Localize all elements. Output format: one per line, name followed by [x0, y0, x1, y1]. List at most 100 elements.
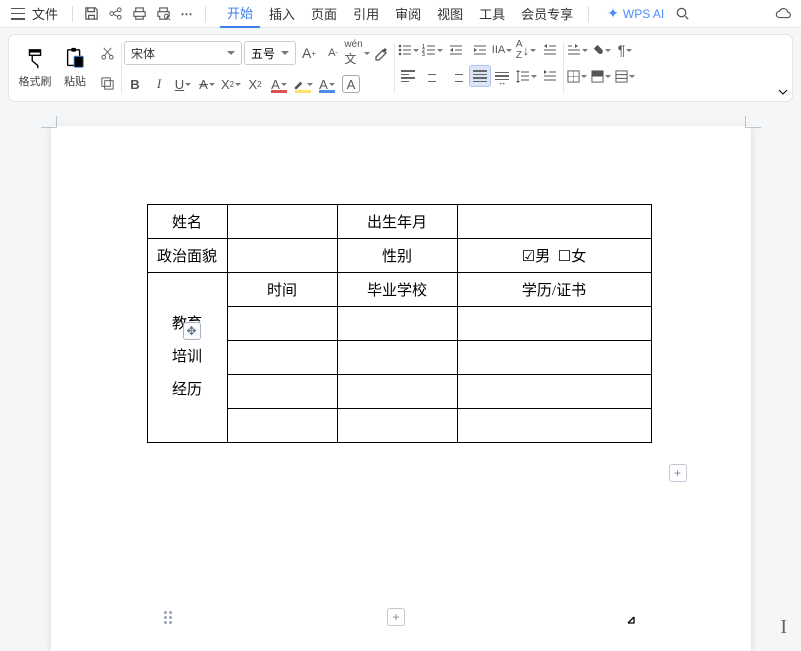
- borders-group: ¶: [566, 39, 636, 97]
- cloud-sync-icon[interactable]: [773, 4, 793, 24]
- tab-member[interactable]: 会员专享: [514, 0, 580, 27]
- cell-label-birth[interactable]: 出生年月: [337, 205, 457, 239]
- wps-ai-button[interactable]: ✦ WPS AI: [607, 5, 664, 22]
- italic-button[interactable]: I: [148, 73, 170, 95]
- table-add-row-handle[interactable]: +: [387, 608, 405, 626]
- align-justify-button[interactable]: [469, 65, 491, 87]
- cell-label-name[interactable]: 姓名: [147, 205, 227, 239]
- edu-label-line3: 经历: [172, 382, 202, 398]
- phonetic-guide-button[interactable]: wén文: [346, 42, 368, 64]
- strikethrough-button[interactable]: A: [196, 73, 218, 95]
- outdent-firstline-button[interactable]: [539, 39, 561, 61]
- cell-value[interactable]: [227, 341, 337, 375]
- font-name-value: 宋体: [131, 45, 155, 62]
- table-row[interactable]: 姓名 出生年月: [147, 205, 651, 239]
- document-canvas[interactable]: ✥ 姓名 出生年月 政治面貌 性别 ☑男 ☐女 教育培训经历 时间 毕业学校 学…: [0, 112, 801, 651]
- para-shading-button[interactable]: [590, 39, 612, 61]
- share-icon[interactable]: [105, 4, 125, 24]
- font-color-button[interactable]: A: [268, 73, 290, 95]
- cell-subheader-time[interactable]: 时间: [227, 273, 337, 307]
- resume-form-table[interactable]: 姓名 出生年月 政治面貌 性别 ☑男 ☐女 教育培训经历 时间 毕业学校 学历/…: [147, 204, 652, 443]
- tab-insert[interactable]: 插入: [262, 0, 302, 27]
- tab-tools[interactable]: 工具: [472, 0, 512, 27]
- number-list-button[interactable]: 123: [421, 39, 443, 61]
- file-menu[interactable]: 文件: [32, 4, 58, 23]
- bold-button[interactable]: B: [124, 73, 146, 95]
- tab-review[interactable]: 审阅: [388, 0, 428, 27]
- show-marks-button[interactable]: ¶: [614, 39, 636, 61]
- tab-view[interactable]: 视图: [430, 0, 470, 27]
- decrease-indent-button[interactable]: [445, 39, 467, 61]
- chevron-down-icon: [413, 49, 419, 52]
- shrink-font-button[interactable]: A-: [322, 42, 344, 64]
- copy-button[interactable]: [95, 71, 119, 95]
- hamburger-icon[interactable]: [8, 4, 28, 24]
- font-name-select[interactable]: 宋体: [124, 41, 242, 65]
- print-preview-icon[interactable]: [153, 4, 173, 24]
- cut-button[interactable]: [95, 41, 119, 65]
- table-drag-handle[interactable]: [164, 611, 172, 624]
- table-resize-handle[interactable]: [621, 610, 635, 624]
- bullet-list-button[interactable]: [397, 39, 419, 61]
- cell-gender-checkboxes[interactable]: ☑男 ☐女: [457, 239, 651, 273]
- align-center-button[interactable]: [421, 65, 443, 87]
- save-icon[interactable]: [81, 4, 101, 24]
- chevron-down-icon: [235, 83, 241, 86]
- cell-value[interactable]: [337, 307, 457, 341]
- underline-button[interactable]: U: [172, 73, 194, 95]
- format-painter-icon: [24, 47, 46, 71]
- indent-firstline-button[interactable]: [539, 65, 561, 87]
- cell-label-education[interactable]: 教育培训经历: [147, 273, 227, 443]
- table-move-handle[interactable]: ✥: [183, 322, 201, 340]
- superscript-button[interactable]: X2: [220, 73, 242, 95]
- line-spacing-button[interactable]: [515, 65, 537, 87]
- table-row[interactable]: 政治面貌 性别 ☑男 ☐女: [147, 239, 651, 273]
- cell-value[interactable]: [227, 205, 337, 239]
- cell-subheader-school[interactable]: 毕业学校: [337, 273, 457, 307]
- align-left-button[interactable]: [397, 65, 419, 87]
- cell-value[interactable]: [457, 341, 651, 375]
- table-style-button[interactable]: [614, 65, 636, 87]
- cell-value[interactable]: [457, 409, 651, 443]
- cell-value[interactable]: [337, 409, 457, 443]
- tab-stops-button[interactable]: [566, 39, 588, 61]
- tab-page[interactable]: 页面: [304, 0, 344, 27]
- cell-value[interactable]: [457, 307, 651, 341]
- sort-button[interactable]: AZ↓: [515, 39, 537, 61]
- clear-format-button[interactable]: [370, 42, 392, 64]
- more-quick-menu[interactable]: ⋯: [177, 4, 197, 24]
- cell-value[interactable]: [227, 307, 337, 341]
- print-icon[interactable]: [129, 4, 149, 24]
- increase-indent-button[interactable]: [469, 39, 491, 61]
- text-direction-button[interactable]: IIA: [491, 39, 513, 61]
- page[interactable]: ✥ 姓名 出生年月 政治面貌 性别 ☑男 ☐女 教育培训经历 时间 毕业学校 学…: [51, 126, 751, 651]
- table-add-column-handle[interactable]: +: [669, 464, 687, 482]
- borders-button[interactable]: [566, 65, 588, 87]
- cell-value[interactable]: [227, 239, 337, 273]
- cell-label-gender[interactable]: 性别: [337, 239, 457, 273]
- subscript-button[interactable]: X2: [244, 73, 266, 95]
- cell-value[interactable]: [457, 375, 651, 409]
- font-size-select[interactable]: 五号: [244, 41, 296, 65]
- character-border-button[interactable]: A: [342, 75, 360, 93]
- shading-button[interactable]: A: [316, 73, 338, 95]
- cell-fill-button[interactable]: [590, 65, 612, 87]
- align-right-button[interactable]: [445, 65, 467, 87]
- search-icon[interactable]: [672, 4, 692, 24]
- cell-subheader-degree[interactable]: 学历/证书: [457, 273, 651, 307]
- format-painter-button[interactable]: 格式刷: [15, 39, 55, 97]
- cell-label-political[interactable]: 政治面貌: [147, 239, 227, 273]
- cell-value[interactable]: [227, 409, 337, 443]
- tab-start[interactable]: 开始: [220, 0, 260, 28]
- tab-reference[interactable]: 引用: [346, 0, 386, 27]
- cell-value[interactable]: [227, 375, 337, 409]
- ribbon-collapse-icon[interactable]: [778, 87, 788, 97]
- highlight-button[interactable]: [292, 73, 314, 95]
- grow-font-button[interactable]: A+: [298, 42, 320, 64]
- table-row[interactable]: 教育培训经历 时间 毕业学校 学历/证书: [147, 273, 651, 307]
- paste-button[interactable]: 粘贴: [55, 39, 95, 97]
- cell-value[interactable]: [337, 375, 457, 409]
- distribute-text-button[interactable]: ↔: [491, 65, 513, 87]
- cell-value[interactable]: [337, 341, 457, 375]
- cell-value[interactable]: [457, 205, 651, 239]
